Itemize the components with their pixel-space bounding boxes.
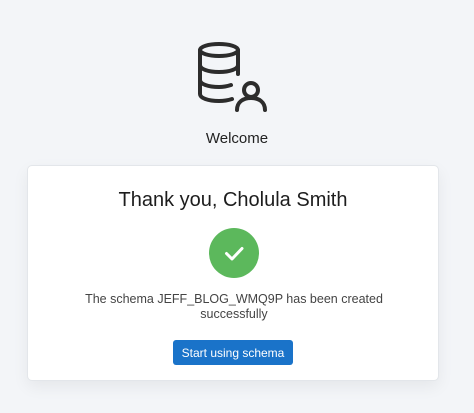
status-message: The schema JEFF_BLOG_WMQ9P has been crea… bbox=[85, 292, 383, 321]
card-title: Thank you, Cholula Smith bbox=[118, 189, 348, 211]
page-header: Welcome bbox=[0, 0, 474, 160]
confirmation-card: Thank you, Cholula Smith The schema JEFF… bbox=[27, 165, 439, 381]
welcome-text: Welcome bbox=[205, 130, 269, 147]
checkmark-icon bbox=[225, 247, 244, 261]
start-using-schema-button[interactable]: Start using schema bbox=[173, 340, 293, 365]
success-badge bbox=[209, 228, 259, 278]
database-user-icon bbox=[196, 40, 268, 112]
